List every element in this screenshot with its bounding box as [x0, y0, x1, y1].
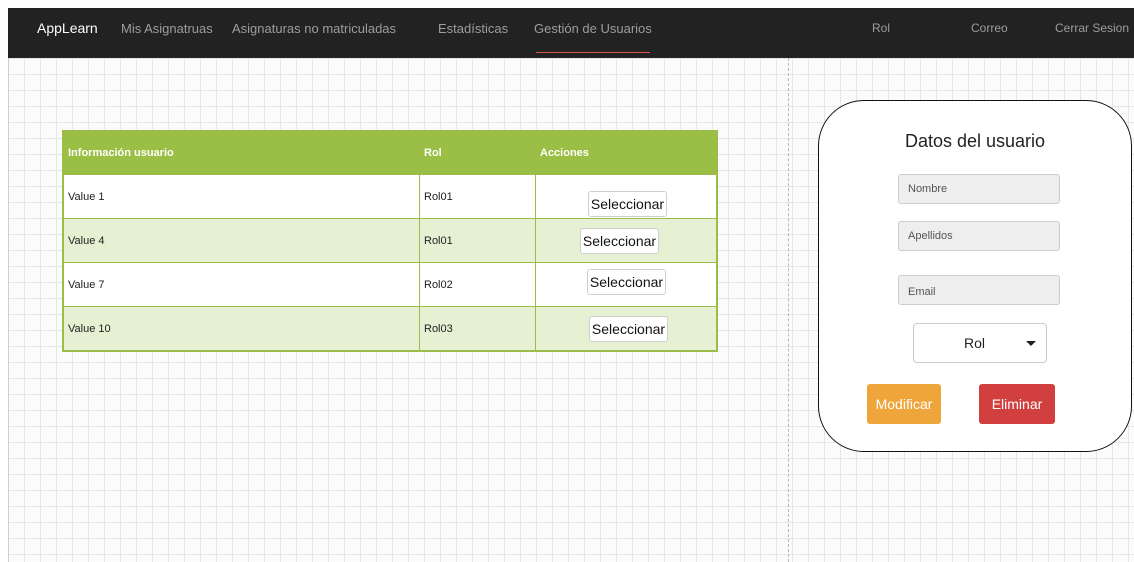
nav-link-estadisticas[interactable]: Estadísticas [438, 21, 508, 36]
table-row: Value 4 Rol01 Seleccionar [64, 218, 716, 262]
email-input[interactable] [898, 275, 1060, 305]
cell-info: Value 7 [68, 278, 105, 291]
nombre-input[interactable] [898, 174, 1060, 204]
cell-rol: Rol02 [419, 263, 536, 306]
cell-info: Value 1 [68, 190, 105, 203]
select-button[interactable]: Seleccionar [587, 190, 668, 217]
cell-rol: Rol01 [419, 175, 536, 218]
header-informacion-usuario: Información usuario [68, 147, 174, 159]
brand-link[interactable]: AppLearn [37, 20, 98, 36]
layout-divider [788, 58, 789, 562]
delete-button[interactable]: Eliminar [979, 384, 1055, 424]
table-row: Value 10 Rol03 Seleccionar [64, 306, 716, 350]
cell-info: Value 10 [68, 322, 111, 335]
nav-link-asignaturas-no-matriculadas[interactable]: Asignaturas no matriculadas [232, 21, 396, 36]
nav-link-mis-asignaturas[interactable]: Mis Asignatruas [121, 21, 213, 36]
cell-actions: Seleccionar [535, 263, 717, 306]
navbar: AppLearn Mis Asignatruas Asignaturas no … [8, 8, 1134, 58]
apellidos-input[interactable] [898, 221, 1060, 251]
cell-info: Value 4 [68, 234, 105, 247]
nav-link-correo[interactable]: Correo [971, 21, 1008, 35]
users-table: Información usuario Rol Acciones Value 1… [62, 130, 718, 352]
modify-button[interactable]: Modificar [867, 384, 941, 424]
cell-actions: Seleccionar [535, 219, 717, 262]
cell-actions: Seleccionar [535, 175, 717, 218]
table-row: Value 1 Rol01 Seleccionar [64, 174, 716, 218]
select-button[interactable]: Seleccionar [586, 268, 667, 295]
canvas-left-border [8, 58, 9, 562]
active-tab-underline [536, 52, 650, 53]
caret-down-icon [1026, 341, 1036, 346]
cell-actions: Seleccionar [535, 307, 717, 350]
card-title: Datos del usuario [904, 131, 1046, 151]
cell-rol: Rol03 [419, 307, 536, 350]
select-button[interactable]: Seleccionar [579, 227, 660, 254]
table-header-row: Información usuario Rol Acciones [64, 132, 716, 174]
user-details-card: Datos del usuario Rol Modificar Eliminar [818, 100, 1132, 452]
nav-link-rol[interactable]: Rol [872, 21, 890, 35]
header-acciones: Acciones [535, 132, 716, 174]
cell-rol: Rol01 [419, 219, 536, 262]
rol-select[interactable]: Rol [913, 323, 1047, 363]
rol-select-value: Rol [964, 335, 986, 351]
nav-link-gestion-usuarios[interactable]: Gestión de Usuarios [534, 21, 652, 36]
nav-link-cerrar-sesion[interactable]: Cerrar Sesion [1055, 21, 1129, 35]
header-rol: Rol [419, 132, 536, 174]
table-row: Value 7 Rol02 Seleccionar [64, 262, 716, 306]
select-button[interactable]: Seleccionar [588, 315, 669, 342]
